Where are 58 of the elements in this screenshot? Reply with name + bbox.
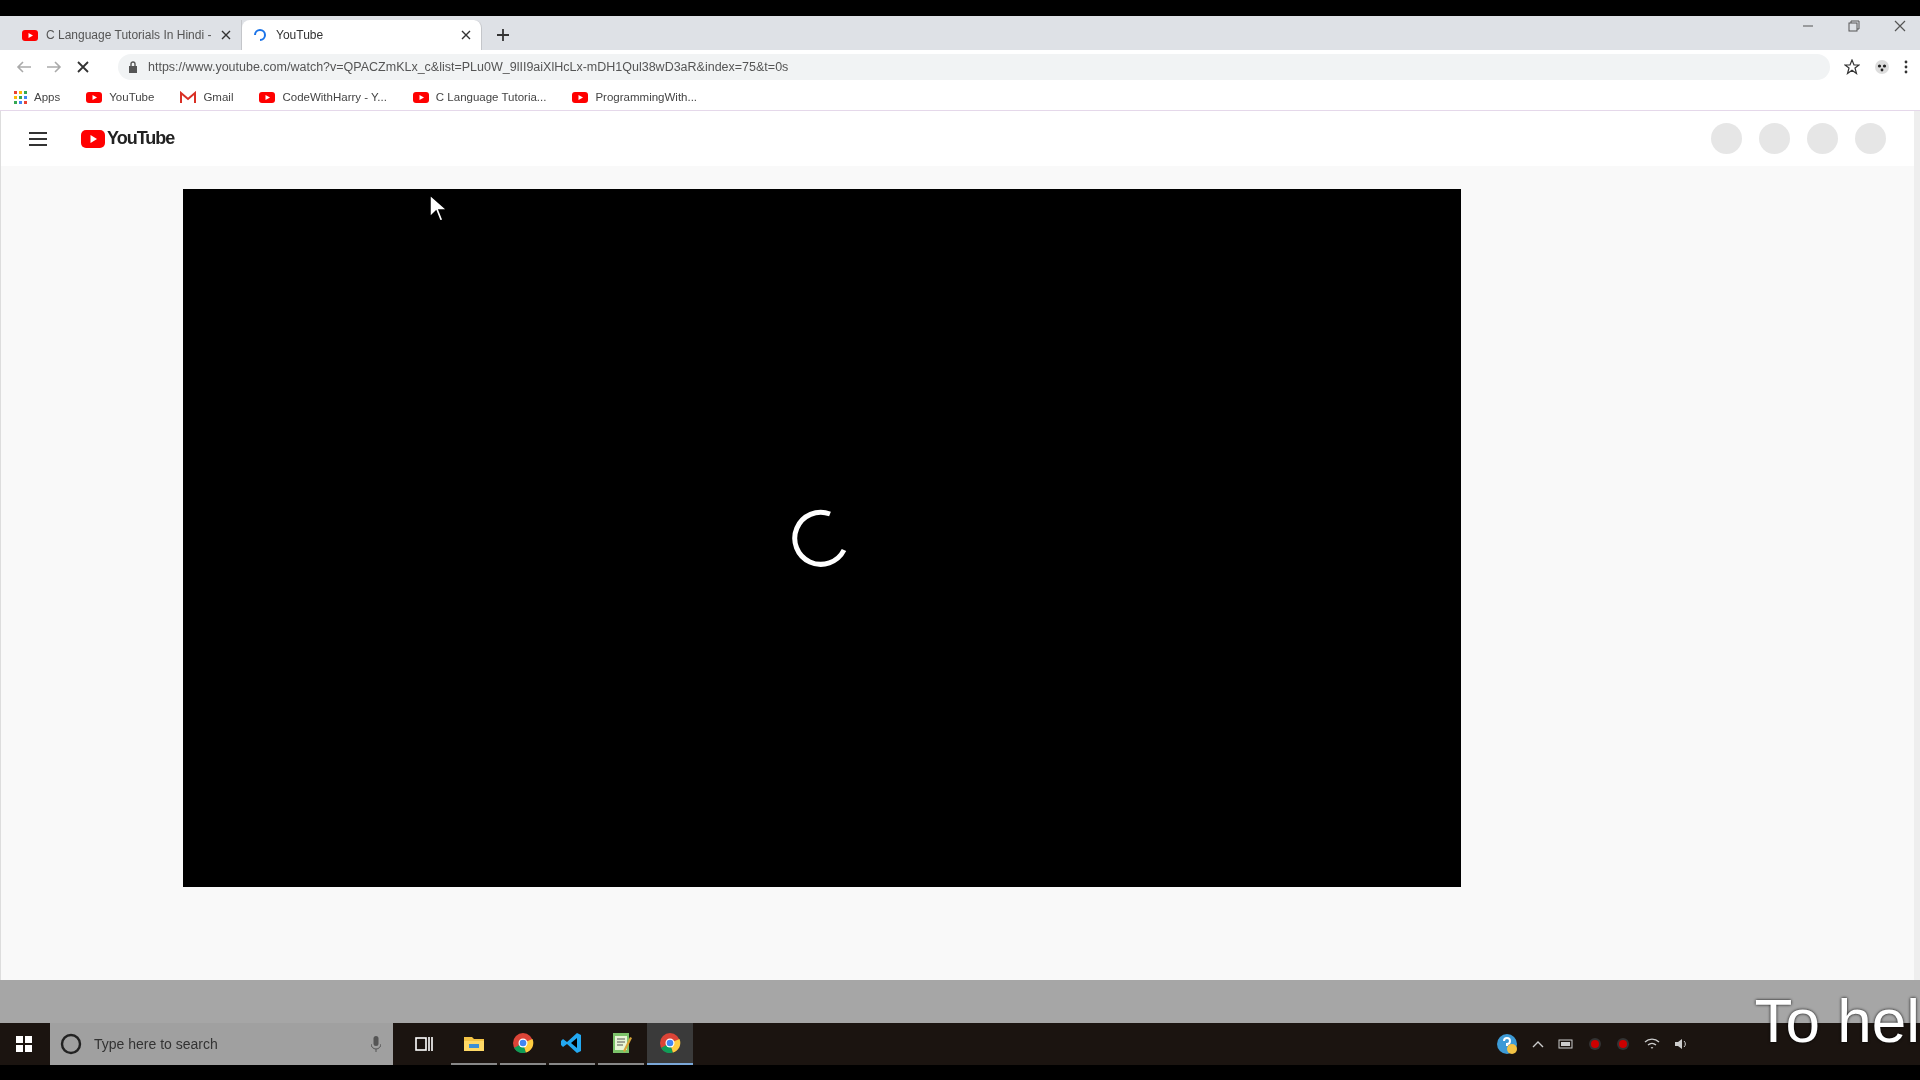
bookmark[interactable]: C Language Tutoria... bbox=[412, 90, 547, 104]
taskbar-app[interactable] bbox=[647, 1023, 693, 1065]
apps-icon bbox=[14, 90, 27, 104]
youtube-logo-icon bbox=[81, 129, 105, 148]
bookmark-label: CodeWithHarry - Y... bbox=[282, 91, 387, 103]
tab-title: C Language Tutorials In Hindi - bbox=[46, 28, 213, 42]
close-icon[interactable] bbox=[1894, 20, 1906, 32]
bookmark[interactable]: Apps bbox=[14, 90, 61, 104]
chrome-icon bbox=[658, 1031, 682, 1055]
help-icon[interactable] bbox=[1496, 1033, 1518, 1055]
extension-icon[interactable] bbox=[1874, 59, 1890, 75]
bookmark-label: Gmail bbox=[203, 91, 234, 103]
bookmark[interactable]: Gmail bbox=[180, 90, 234, 104]
youtube-icon bbox=[259, 90, 276, 104]
browser-tab[interactable]: YouTube bbox=[242, 20, 482, 50]
bookmark[interactable]: ProgrammingWith... bbox=[572, 90, 698, 104]
close-icon[interactable] bbox=[461, 30, 471, 40]
code-editor-icon bbox=[560, 1031, 584, 1055]
bookmark-label: YouTube bbox=[109, 91, 155, 103]
new-tab-icon[interactable] bbox=[496, 28, 510, 42]
bookmark[interactable]: CodeWithHarry - Y... bbox=[259, 90, 387, 104]
mail-icon bbox=[180, 90, 197, 104]
circle-icon bbox=[60, 1033, 82, 1055]
placeholder-circle bbox=[1759, 123, 1790, 154]
restore-icon[interactable] bbox=[1848, 20, 1860, 32]
chrome-icon bbox=[511, 1031, 535, 1055]
bookmark-label: Apps bbox=[34, 91, 61, 103]
chevron-up-icon[interactable] bbox=[1532, 1040, 1544, 1048]
battery-icon[interactable] bbox=[1558, 1039, 1574, 1049]
address-field[interactable]: https://www.youtube.com/watch?v=QPACZmKLx_c&list=PLu0W_9lII9aiXlHcLx-mDH1Qul38wD3aR&index=75&t=0s bbox=[118, 54, 1830, 80]
logo-text: YouTube bbox=[107, 128, 175, 149]
bookmark[interactable]: YouTube bbox=[86, 90, 155, 104]
cursor-icon bbox=[428, 193, 448, 223]
search-field[interactable]: Type here to search bbox=[92, 1035, 361, 1053]
search-bar[interactable]: Type here to search bbox=[50, 1023, 393, 1065]
windows-icon[interactable] bbox=[16, 1036, 32, 1052]
url-text: https://www.youtube.com/watch?v=QPACZmKLx_c&list=PLu0W_9lII9aiXlHcLx-mDH1Qul38wD3aR&index=75&t=0s bbox=[148, 60, 789, 74]
tab-title: YouTube bbox=[276, 28, 325, 42]
more-icon[interactable] bbox=[1904, 60, 1908, 74]
microphone-icon bbox=[371, 1036, 381, 1052]
record-icon[interactable] bbox=[1588, 1037, 1602, 1051]
youtube-icon bbox=[572, 90, 589, 104]
lock-icon bbox=[128, 61, 138, 73]
placeholder-circle bbox=[1711, 123, 1742, 154]
menu-icon[interactable] bbox=[29, 131, 47, 146]
video-caption: To hel bbox=[1754, 985, 1920, 1056]
youtube-icon bbox=[86, 90, 103, 104]
stop-icon[interactable] bbox=[76, 60, 90, 74]
placeholder-circle bbox=[1855, 123, 1886, 154]
close-icon[interactable] bbox=[221, 30, 231, 40]
youtube-icon bbox=[412, 90, 429, 104]
placeholder-circle bbox=[1807, 123, 1838, 154]
task-view-icon[interactable] bbox=[415, 1035, 433, 1053]
bookmark-label: C Language Tutoria... bbox=[435, 91, 547, 103]
record-icon[interactable] bbox=[1616, 1037, 1630, 1051]
star-icon[interactable] bbox=[1844, 59, 1860, 75]
wifi-icon[interactable] bbox=[1644, 1037, 1660, 1051]
bookmark-label: ProgrammingWith... bbox=[595, 91, 698, 103]
